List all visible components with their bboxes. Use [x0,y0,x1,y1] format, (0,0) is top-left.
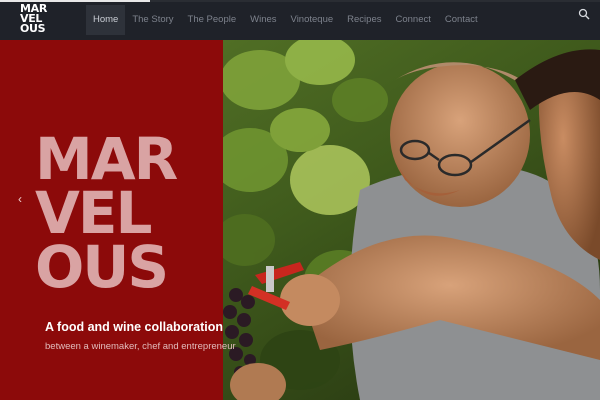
nav-item-home[interactable]: Home [86,5,126,35]
hero-title: MAR VEL OUS [35,125,178,301]
hero-subtitle: between a winemaker, chef and entreprene… [45,341,236,352]
main-nav: Home The Story The People Wines Vinotequ… [86,5,485,35]
search-icon[interactable] [578,8,590,20]
nav-item-the-story[interactable]: The Story [125,5,180,35]
nav-item-wines[interactable]: Wines [243,5,283,35]
hero-tagline: A food and wine collaboration [45,320,224,334]
nav-item-vinoteque[interactable]: Vinoteque [284,5,341,35]
top-progress-line [0,0,600,2]
nav-item-recipes[interactable]: Recipes [340,5,388,35]
nav-item-the-people[interactable]: The People [181,5,244,35]
hero-slider: MAR VEL OUS A food and wine collaboratio… [0,40,600,400]
nav-item-contact[interactable]: Contact [438,5,485,35]
top-navbar: MAR VEL OUS Home The Story The People Wi… [0,0,600,40]
hero-title-line-3: OUS [35,233,169,301]
hero-title-line-2: VEL [35,179,152,247]
logo-line-3: OUS [20,22,46,35]
hero-red-panel: MAR VEL OUS A food and wine collaboratio… [0,40,236,400]
hero-title-line-1: MAR [35,125,178,193]
brand-logo[interactable]: MAR VEL OUS [20,3,60,36]
nav-item-connect[interactable]: Connect [388,5,437,35]
chevron-left-icon[interactable]: ‹ [14,192,26,206]
